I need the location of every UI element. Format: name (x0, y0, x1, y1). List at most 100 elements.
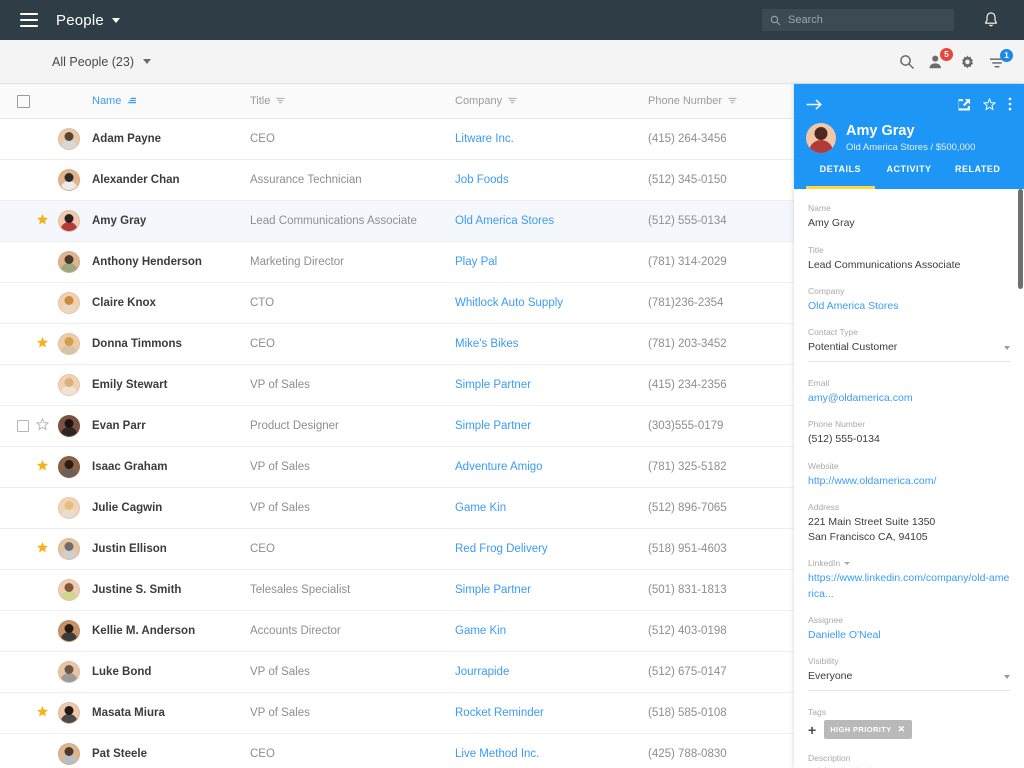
app-title-dropdown[interactable]: People (56, 12, 120, 29)
field-linkedin-value[interactable]: https://www.linkedin.com/company/old-ame… (808, 571, 1010, 601)
field-email-value[interactable]: amy@oldamerica.com (808, 391, 1010, 406)
row-company[interactable]: Litware Inc. (455, 133, 514, 145)
field-company-value[interactable]: Old America Stores (808, 299, 1010, 314)
add-tag-button[interactable]: + (808, 723, 816, 737)
favorite-star-icon[interactable] (36, 213, 49, 229)
tag-chip[interactable]: HIGH PRIORITY ✕ (824, 720, 912, 740)
field-linkedin-label-wrap[interactable]: LinkedIn (808, 558, 1010, 568)
row-company[interactable]: Rocket Reminder (455, 707, 544, 719)
table-row[interactable]: Evan Parr Product Designer Simple Partner (… (0, 406, 794, 447)
row-company[interactable]: Simple Partner (455, 379, 531, 391)
settings-button[interactable] (959, 54, 976, 71)
favorite-star-icon[interactable] (35, 417, 50, 434)
row-company[interactable]: Job Foods (455, 174, 509, 186)
table-row[interactable]: Claire Knox CTO Whitlock Auto Supply (781)2… (0, 283, 794, 324)
search-input[interactable] (788, 14, 946, 26)
row-name[interactable]: Amy Gray (92, 215, 146, 227)
row-name[interactable]: Justin Ellison (92, 543, 167, 555)
row-name[interactable]: Alexander Chan (92, 174, 180, 186)
panel-scrollbar[interactable] (1018, 189, 1023, 290)
table-row[interactable]: Kellie M. Anderson Accounts Director Game … (0, 611, 794, 652)
avatar (58, 456, 80, 478)
column-header-title[interactable]: Title (250, 95, 285, 107)
more-vertical-icon[interactable] (1008, 97, 1012, 111)
favorite-star-icon[interactable] (36, 336, 49, 352)
field-address-line1[interactable]: 221 Main Street Suite 1350 (808, 515, 1010, 530)
table-row[interactable]: Pat Steele CEO Live Method Inc. (425) 788-0… (0, 734, 794, 768)
hamburger-icon[interactable] (20, 13, 38, 27)
field-address-line2[interactable]: San Francisco CA, 94105 (808, 530, 1010, 545)
global-search-box[interactable] (762, 9, 954, 31)
table-row[interactable]: Justin Ellison CEO Red Frog Delivery (518) … (0, 529, 794, 570)
table-row[interactable]: Masata Miura VP of Sales Rocket Reminder (5… (0, 693, 794, 734)
field-phone-value[interactable]: (512) 555-0134 (808, 432, 1010, 447)
add-person-button[interactable]: 5 (928, 48, 953, 70)
row-company[interactable]: Play Pal (455, 256, 497, 268)
row-company[interactable]: Simple Partner (455, 420, 531, 432)
column-header-company[interactable]: Company (455, 95, 517, 107)
row-name[interactable]: Isaac Graham (92, 461, 167, 473)
open-in-new-icon[interactable] (958, 98, 971, 111)
table-row[interactable]: Emily Stewart VP of Sales Simple Partner (4… (0, 365, 794, 406)
row-company[interactable]: Mike's Bikes (455, 338, 519, 350)
row-name[interactable]: Adam Payne (92, 133, 161, 145)
tab-details[interactable]: DETAILS (806, 164, 875, 190)
row-company[interactable]: Live Method Inc. (455, 748, 539, 760)
row-company[interactable]: Adventure Amigo (455, 461, 543, 473)
row-name[interactable]: Luke Bond (92, 666, 151, 678)
row-name[interactable]: Julie Cagwin (92, 502, 162, 514)
field-assignee-value[interactable]: Danielle O'Neal (808, 628, 1010, 643)
tab-related[interactable]: RELATED (943, 164, 1012, 189)
tab-activity[interactable]: ACTIVITY (875, 164, 944, 189)
arrow-right-icon[interactable] (806, 98, 823, 111)
field-name-value[interactable]: Amy Gray (808, 216, 1010, 231)
favorite-star-icon[interactable] (36, 459, 49, 475)
row-title: CEO (250, 338, 275, 350)
star-outline-icon[interactable] (983, 97, 996, 111)
row-name[interactable]: Claire Knox (92, 297, 156, 309)
table-row[interactable]: Amy Gray Lead Communications Associate Old… (0, 201, 794, 242)
filter-button[interactable]: 1 (989, 49, 1013, 69)
row-name[interactable]: Pat Steele (92, 748, 147, 760)
field-title-value[interactable]: Lead Communications Associate (808, 258, 1010, 273)
view-selector-dropdown[interactable]: All People (23) (52, 55, 151, 69)
row-name[interactable]: Emily Stewart (92, 379, 167, 391)
row-company[interactable]: Game Kin (455, 625, 506, 637)
table-row[interactable]: Anthony Henderson Marketing Director Play … (0, 242, 794, 283)
row-phone: (512) 555-0134 (648, 215, 727, 227)
close-icon[interactable]: ✕ (898, 724, 906, 735)
row-checkbox[interactable] (17, 420, 29, 432)
row-name[interactable]: Kellie M. Anderson (92, 625, 195, 637)
column-header-phone[interactable]: Phone Number (648, 95, 737, 107)
table-row[interactable]: Luke Bond VP of Sales Jourrapide (512) 675-… (0, 652, 794, 693)
row-name[interactable]: Masata Miura (92, 707, 165, 719)
row-company[interactable]: Game Kin (455, 502, 506, 514)
field-linkedin-label: LinkedIn (808, 558, 841, 569)
row-company[interactable]: Whitlock Auto Supply (455, 297, 563, 309)
field-website-value[interactable]: http://www.oldamerica.com/ (808, 474, 1010, 489)
row-name[interactable]: Donna Timmons (92, 338, 182, 350)
table-row[interactable]: Julie Cagwin VP of Sales Game Kin (512) 896… (0, 488, 794, 529)
row-company[interactable]: Simple Partner (455, 584, 531, 596)
notification-bell-icon[interactable] (983, 11, 999, 29)
row-company[interactable]: Jourrapide (455, 666, 509, 678)
visibility-select[interactable]: Everyone (808, 669, 1010, 692)
row-name[interactable]: Justine S. Smith (92, 584, 181, 596)
row-company[interactable]: Red Frog Delivery (455, 543, 548, 555)
favorite-star-icon[interactable] (36, 541, 49, 557)
table-row[interactable]: Adam Payne CEO Litware Inc. (415) 264-3456 (0, 119, 794, 160)
row-company[interactable]: Old America Stores (455, 215, 554, 227)
favorite-star-icon[interactable] (36, 705, 49, 721)
row-name[interactable]: Anthony Henderson (92, 256, 202, 268)
table-row[interactable]: Alexander Chan Assurance Technician Job Fo… (0, 160, 794, 201)
column-header-name[interactable]: Name (92, 95, 137, 107)
contact-type-select[interactable]: Potential Customer (808, 340, 1010, 363)
select-all-checkbox[interactable] (17, 94, 30, 108)
row-name[interactable]: Evan Parr (92, 420, 146, 432)
row-title: CEO (250, 133, 275, 145)
field-title-label: Title (808, 244, 824, 255)
table-row[interactable]: Justine S. Smith Telesales Specialist Simp… (0, 570, 794, 611)
table-row[interactable]: Donna Timmons CEO Mike's Bikes (781) 203-34… (0, 324, 794, 365)
table-row[interactable]: Isaac Graham VP of Sales Adventure Amigo (7… (0, 447, 794, 488)
toolbar-search-button[interactable] (899, 54, 915, 70)
